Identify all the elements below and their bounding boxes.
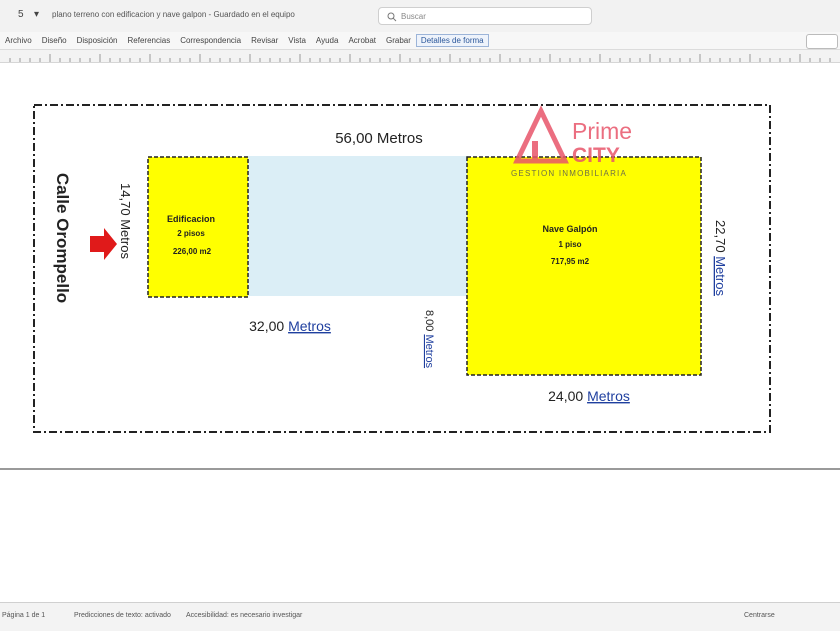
- undo-button[interactable]: 5: [18, 9, 24, 20]
- status-bar: Página 1 de 1 Predicciones de texto: act…: [0, 602, 840, 631]
- entrance-arrow-icon: [90, 228, 117, 260]
- tab-correspondencia[interactable]: Correspondencia: [175, 36, 246, 45]
- horizontal-ruler[interactable]: [0, 50, 840, 63]
- tab-disposicion[interactable]: Disposición: [72, 36, 123, 45]
- search-box[interactable]: Buscar: [378, 7, 592, 25]
- watermark-tagline: GESTION INMOBILIARIA: [511, 169, 627, 178]
- tab-diseno[interactable]: Diseño: [37, 36, 72, 45]
- building-left-line2: 2 pisos: [177, 229, 205, 238]
- watermark-line1: Prime: [572, 118, 632, 144]
- title-bar: 5 ▾ plano terreno con edificacion y nave…: [0, 0, 840, 33]
- building-right-line1: Nave Galpón: [542, 224, 597, 234]
- tab-revisar[interactable]: Revisar: [246, 36, 283, 45]
- document-title: plano terreno con edificacion y nave gal…: [52, 10, 295, 19]
- tab-ayuda[interactable]: Ayuda: [311, 36, 344, 45]
- connector-height-label: 8,00 Metros: [423, 310, 435, 369]
- quick-access-dropdown[interactable]: ▾: [34, 9, 39, 20]
- tab-detalles-forma[interactable]: Detalles de forma: [415, 34, 489, 47]
- search-placeholder: Buscar: [401, 12, 426, 21]
- left-width-label: 32,00 Metros: [249, 318, 331, 334]
- search-icon: [387, 12, 397, 22]
- building-nave-galpon: [466, 156, 702, 376]
- tab-vista[interactable]: Vista: [283, 36, 311, 45]
- left-height-label: 14,70 Metros: [118, 183, 133, 259]
- watermark-line2: CITY: [572, 144, 620, 167]
- right-height-label: 22,70 Metros: [713, 220, 728, 296]
- focus-button[interactable]: Centrarse: [744, 612, 775, 619]
- building-left-line1: Edificacion: [167, 214, 215, 224]
- lot-area: [248, 156, 468, 296]
- status-page[interactable]: Página 1 de 1: [2, 612, 45, 619]
- ruler-ticks: [9, 54, 831, 62]
- document-page[interactable]: Edificacion 2 pisos 226,00 m2 Nave Galpó…: [0, 63, 840, 470]
- document-canvas-below: [0, 470, 840, 602]
- right-width-label: 24,00 Metros: [548, 388, 630, 404]
- building-edificacion: [147, 156, 249, 298]
- share-button[interactable]: [806, 34, 838, 49]
- ribbon-tabs: Archivo Diseño Disposición Referencias C…: [0, 32, 840, 50]
- street-label: Calle Orompello: [53, 173, 72, 303]
- total-width-label: 56,00 Metros: [335, 130, 423, 147]
- building-right-line2: 1 piso: [558, 240, 581, 249]
- status-text-predictions[interactable]: Predicciones de texto: activado: [74, 612, 171, 619]
- building-right-line3: 717,95 m2: [551, 257, 590, 266]
- tab-archivo[interactable]: Archivo: [0, 36, 37, 45]
- site-plan-drawing: Edificacion 2 pisos 226,00 m2 Nave Galpó…: [33, 104, 771, 433]
- building-left-line3: 226,00 m2: [173, 247, 212, 256]
- tab-referencias[interactable]: Referencias: [123, 36, 176, 45]
- status-accessibility[interactable]: Accesibilidad: es necesario investigar: [186, 612, 302, 619]
- tab-grabar[interactable]: Grabar: [381, 36, 416, 45]
- tab-acrobat[interactable]: Acrobat: [343, 36, 381, 45]
